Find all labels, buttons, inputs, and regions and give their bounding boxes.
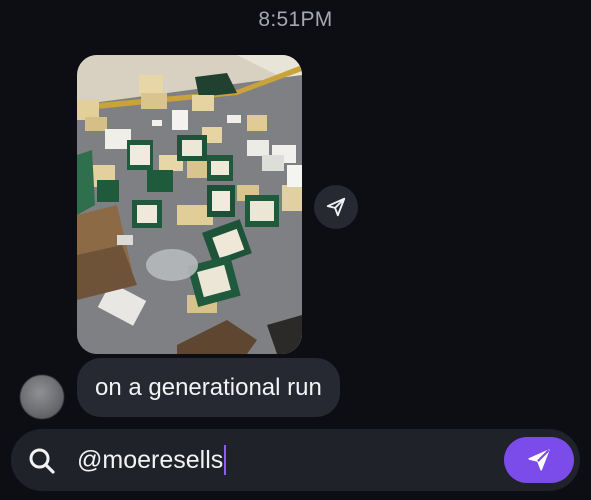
message-timestamp: 8:51PM <box>258 8 333 31</box>
share-icon <box>326 197 346 217</box>
share-button[interactable] <box>314 185 358 229</box>
search-icon[interactable] <box>28 447 56 475</box>
image-message[interactable] <box>77 55 302 354</box>
message-input[interactable]: @moeresells <box>77 443 227 477</box>
message-text: on a generational run <box>95 373 322 401</box>
send-button[interactable] <box>504 437 574 483</box>
send-icon <box>528 449 550 471</box>
chat-screen: 8:51PM on a generational run @moeresells <box>0 0 591 500</box>
text-caret <box>224 445 227 475</box>
message-composer: @moeresells <box>11 429 580 491</box>
photo-boxes-on-floor <box>77 55 302 354</box>
message-input-value: @moeresells <box>77 445 224 474</box>
text-message[interactable]: on a generational run <box>77 358 340 417</box>
avatar[interactable] <box>20 375 64 419</box>
